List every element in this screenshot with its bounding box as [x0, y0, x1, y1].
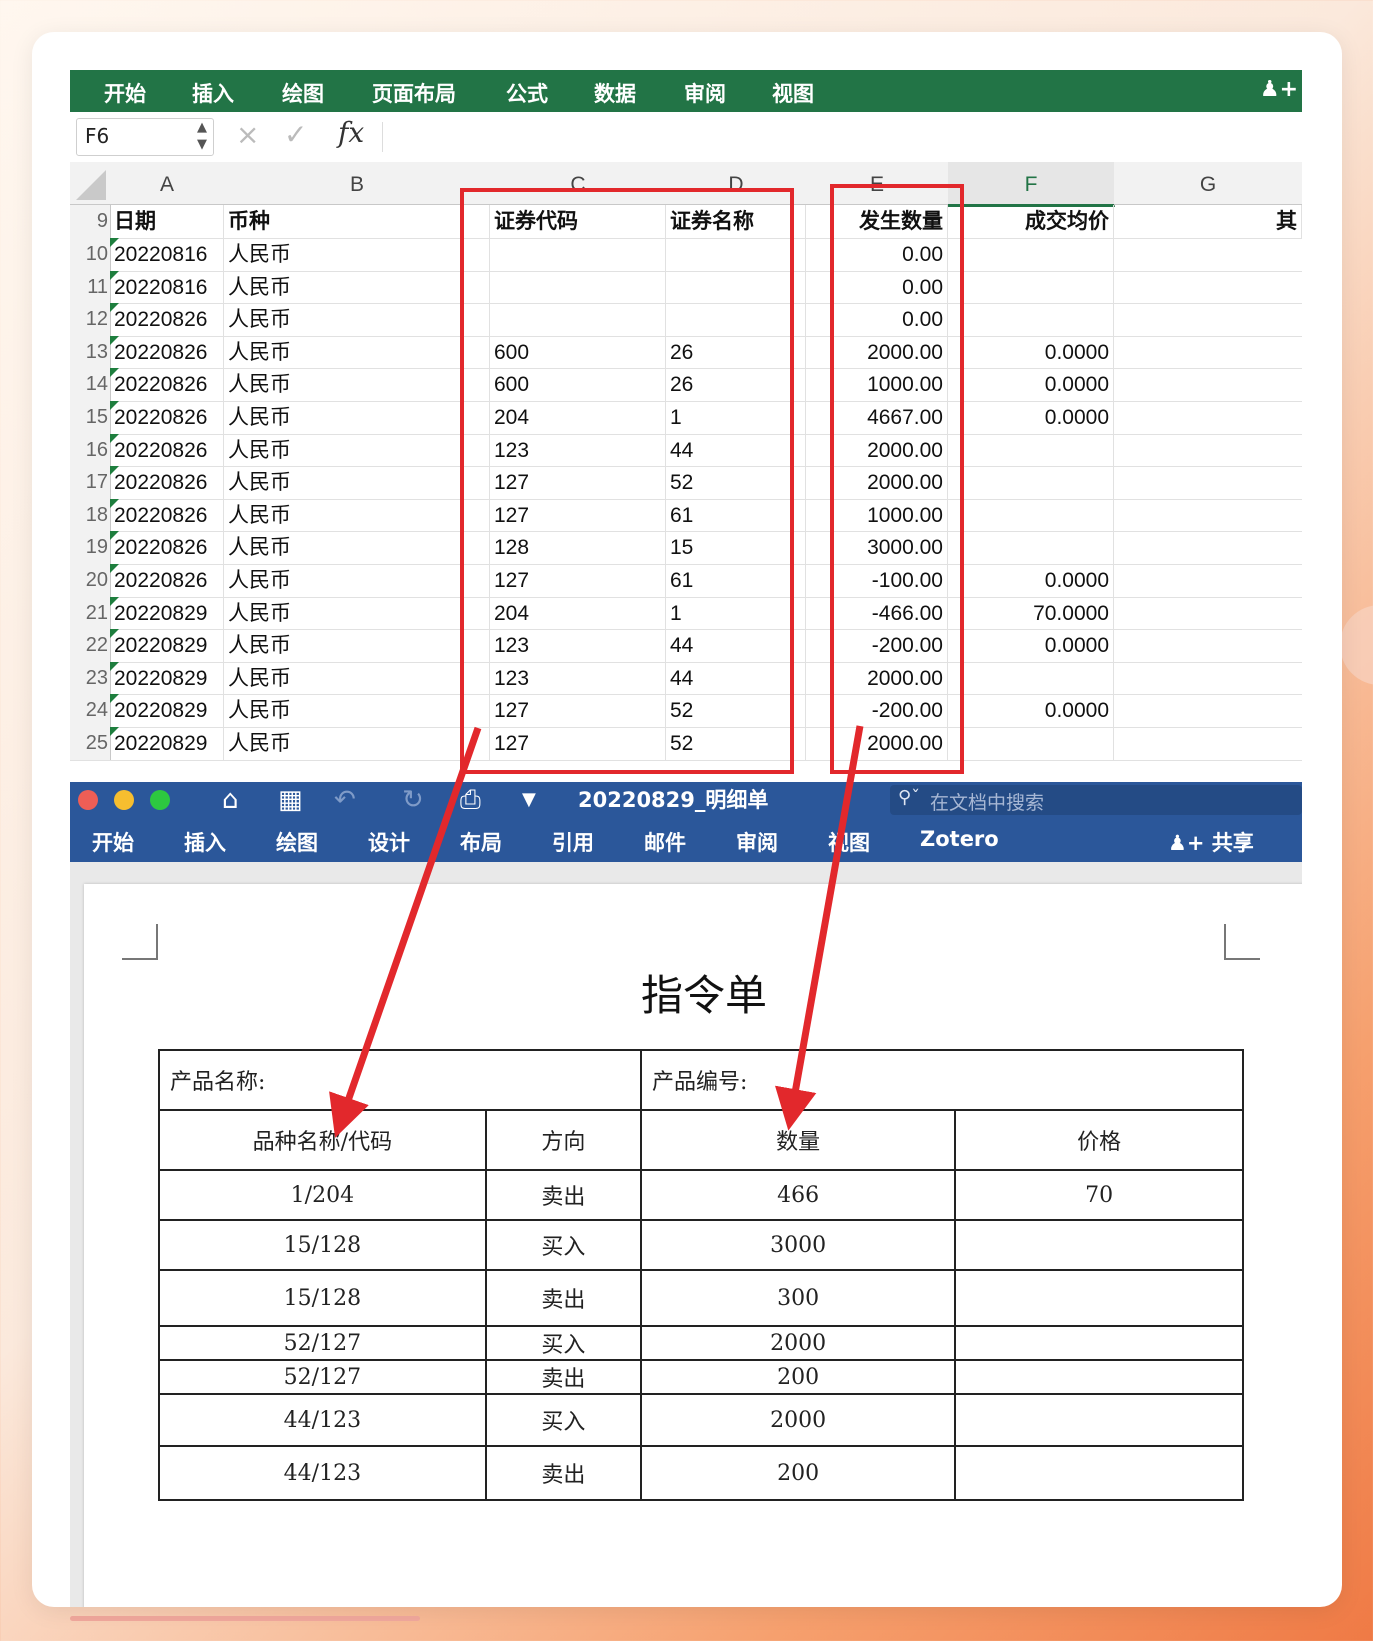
arrow-code-to-item [329, 726, 482, 1138]
decorative-line [70, 1616, 420, 1621]
annotation-arrows [329, 725, 864, 1138]
screenshot: 开始 插入 绘图 页面布局 公式 数据 审阅 视图 ♟+ F6 ▲ ▼ × ✓ f… [70, 70, 1302, 1607]
arrow-quantity-to-quantity [774, 725, 864, 1131]
screenshot-card: 开始 插入 绘图 页面布局 公式 数据 审阅 视图 ♟+ F6 ▲ ▼ × ✓ f… [32, 32, 1342, 1607]
background-blob [1340, 605, 1373, 685]
